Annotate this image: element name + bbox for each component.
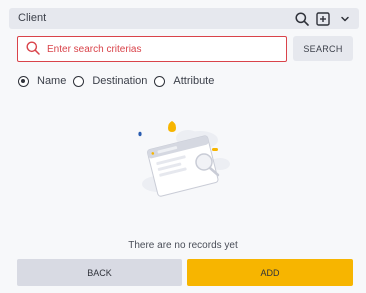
- radio-attribute-indicator[interactable]: [154, 75, 166, 87]
- back-button[interactable]: BACK: [17, 259, 182, 286]
- client-header: Client: [9, 8, 359, 29]
- radio-attribute-label: Attribute: [173, 75, 215, 87]
- header-title: Client: [18, 12, 47, 24]
- search-button[interactable]: SEARCH: [293, 36, 353, 61]
- search-field[interactable]: [17, 36, 287, 62]
- add-square-icon[interactable]: [315, 11, 330, 26]
- client-panel: Client SEARCH: [0, 0, 366, 293]
- radio-name-indicator[interactable]: [18, 75, 29, 87]
- add-button[interactable]: ADD: [187, 259, 353, 286]
- radio-attribute[interactable]: Attribute: [154, 75, 214, 87]
- radio-name[interactable]: Name: [18, 75, 66, 87]
- radio-destination-indicator[interactable]: [73, 75, 85, 87]
- search-input[interactable]: [45, 39, 279, 59]
- radio-destination[interactable]: Destination: [73, 75, 147, 87]
- empty-browser-illustration: [128, 112, 238, 217]
- radio-destination-label: Destination: [92, 75, 148, 87]
- chevron-down-icon[interactable]: [337, 11, 352, 26]
- radio-name-label: Name: [37, 75, 67, 87]
- search-icon[interactable]: [294, 11, 309, 26]
- filter-radio-group: Name Destination Attribute: [18, 74, 221, 88]
- empty-state-message: There are no records yet: [128, 240, 238, 251]
- search-field-icon: [26, 41, 40, 60]
